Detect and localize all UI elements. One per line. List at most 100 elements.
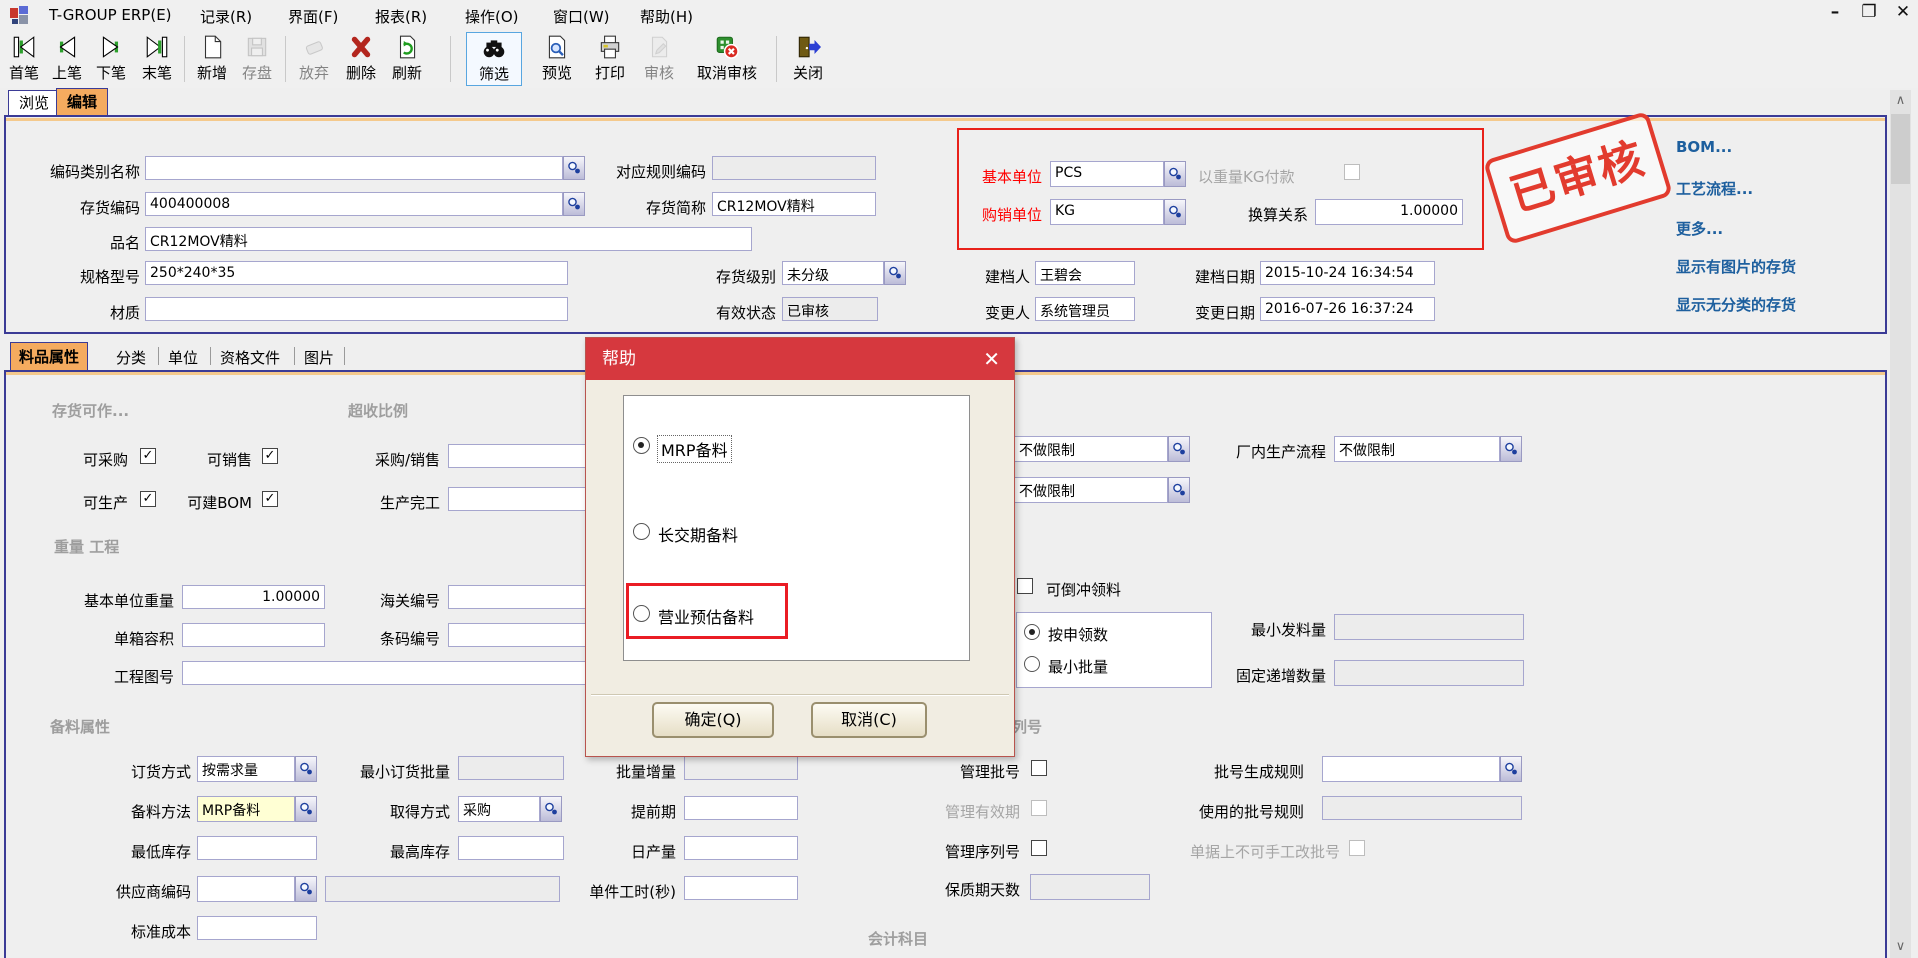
max-stock-field[interactable] bbox=[458, 836, 564, 860]
scroll-down-icon[interactable]: ∨ bbox=[1890, 936, 1911, 958]
toolbar-first-button[interactable]: 首笔 bbox=[2, 32, 46, 86]
link-show-items-with-images[interactable]: 显示有图片的存货 bbox=[1676, 256, 1796, 277]
issue-by-request-radio[interactable] bbox=[1024, 624, 1040, 640]
tab-images[interactable]: 图片 bbox=[302, 344, 336, 371]
conversion-field[interactable]: 1.00000 bbox=[1315, 199, 1463, 225]
supplier-code-field[interactable] bbox=[197, 876, 295, 902]
toolbar-last-button[interactable]: 末笔 bbox=[134, 32, 180, 86]
can-produce-checkbox[interactable] bbox=[140, 491, 156, 507]
over-ratio-purchase-sales-label: 采购/销售 bbox=[352, 449, 440, 470]
item-short-name-field[interactable]: CR12MOV精料 bbox=[712, 192, 876, 216]
spec-model-field[interactable]: 250*240*35 bbox=[145, 261, 568, 285]
window-minimize-icon[interactable]: – bbox=[1822, 2, 1848, 26]
manage-batch-checkbox[interactable] bbox=[1031, 760, 1047, 776]
acquire-mode-lookup-icon[interactable] bbox=[540, 796, 562, 822]
dialog-ok-button[interactable]: 确定(Q) bbox=[652, 702, 774, 738]
link-bom[interactable]: BOM... bbox=[1676, 138, 1732, 156]
dialog-option-mrp-label[interactable]: MRP备料 bbox=[658, 436, 731, 462]
dialog-close-icon[interactable]: ✕ bbox=[983, 346, 1000, 372]
std-cost-field[interactable] bbox=[197, 916, 317, 940]
menu-help[interactable]: 帮助(H) bbox=[640, 6, 693, 27]
issue-min-batch-radio[interactable] bbox=[1024, 656, 1040, 672]
restrict-field-2-lookup-icon[interactable] bbox=[1168, 477, 1190, 503]
menu-action[interactable]: 操作(O) bbox=[465, 6, 519, 27]
stock-level-field[interactable]: 未分级 bbox=[782, 261, 884, 285]
restrict-field-1-lookup-icon[interactable] bbox=[1168, 436, 1190, 462]
min-stock-field[interactable] bbox=[197, 836, 317, 860]
code-category-field[interactable] bbox=[145, 156, 563, 180]
order-mode-lookup-icon[interactable] bbox=[295, 756, 317, 782]
batch-rule-field[interactable] bbox=[1322, 756, 1500, 782]
material-field[interactable] bbox=[145, 297, 568, 321]
stock-level-lookup-icon[interactable] bbox=[884, 261, 906, 285]
prep-method-lookup-icon[interactable] bbox=[295, 796, 317, 822]
box-volume-field[interactable] bbox=[182, 623, 325, 647]
batch-increment-label: 批量增量 bbox=[606, 761, 676, 782]
code-category-lookup-icon[interactable] bbox=[563, 156, 585, 180]
menu-app[interactable]: T-GROUP ERP(E) bbox=[49, 6, 172, 24]
manage-serial-checkbox[interactable] bbox=[1031, 840, 1047, 856]
can-build-bom-checkbox[interactable] bbox=[262, 491, 278, 507]
dialog-option-mrp-radio[interactable] bbox=[633, 437, 650, 454]
restrict-field-1[interactable]: 不做限制 bbox=[1014, 436, 1168, 462]
toolbar-print-button[interactable]: 打印 bbox=[588, 32, 632, 86]
toolbar-new-button[interactable]: 新增 bbox=[190, 32, 234, 86]
toolbar-print-label: 打印 bbox=[588, 64, 632, 82]
product-name-field[interactable]: CR12MOV精料 bbox=[145, 227, 752, 251]
backflush-checkbox[interactable] bbox=[1017, 578, 1033, 594]
can-purchase-checkbox[interactable] bbox=[140, 448, 156, 464]
toolbar-cancel-approve-button[interactable]: 取消审核 bbox=[686, 32, 768, 86]
order-mode-field[interactable]: 按需求量 bbox=[197, 756, 295, 782]
toolbar-next-button[interactable]: 下笔 bbox=[90, 32, 132, 86]
factory-flow-lookup-icon[interactable] bbox=[1500, 436, 1522, 462]
link-process-flow[interactable]: 工艺流程... bbox=[1676, 178, 1753, 199]
dialog-option-long-lead-radio[interactable] bbox=[633, 523, 650, 540]
toolbar-close-button[interactable]: 关闭 bbox=[784, 32, 832, 86]
toolbar-preview-button[interactable]: 预览 bbox=[530, 32, 584, 86]
menu-record[interactable]: 记录(R) bbox=[200, 6, 252, 27]
scrollbar-thumb[interactable] bbox=[1891, 114, 1910, 184]
link-more[interactable]: 更多... bbox=[1676, 218, 1723, 239]
manage-validity-label: 管理有效期 bbox=[923, 801, 1020, 822]
item-code-field[interactable]: 400400008 bbox=[145, 192, 563, 216]
acquire-mode-field[interactable]: 采购 bbox=[458, 796, 540, 822]
tab-unit[interactable]: 单位 bbox=[166, 344, 200, 371]
tab-edit[interactable]: 编辑 bbox=[56, 88, 108, 116]
menu-window[interactable]: 窗口(W) bbox=[553, 6, 610, 27]
toolbar-prev-button[interactable]: 上笔 bbox=[46, 32, 88, 86]
daily-output-field[interactable] bbox=[684, 836, 798, 860]
menu-ui[interactable]: 界面(F) bbox=[288, 6, 338, 27]
factory-flow-field[interactable]: 不做限制 bbox=[1334, 436, 1500, 462]
can-sell-checkbox[interactable] bbox=[262, 448, 278, 464]
toolbar-refresh-button[interactable]: 刷新 bbox=[386, 32, 428, 86]
base-unit-field[interactable]: PCS bbox=[1050, 161, 1164, 187]
dialog-option-long-lead-label[interactable]: 长交期备料 bbox=[658, 522, 738, 546]
window-close-icon[interactable]: ✕ bbox=[1890, 2, 1916, 26]
trade-unit-lookup-icon[interactable] bbox=[1164, 199, 1186, 225]
menu-report[interactable]: 报表(R) bbox=[375, 6, 427, 27]
issue-min-batch-label: 最小批量 bbox=[1048, 656, 1148, 677]
scroll-up-icon[interactable]: ∧ bbox=[1890, 90, 1911, 112]
unit-work-seconds-field[interactable] bbox=[684, 876, 798, 900]
lead-time-field[interactable] bbox=[684, 796, 798, 820]
tab-material-props[interactable]: 料品属性 bbox=[10, 342, 88, 371]
toolbar-delete-button[interactable]: 删除 bbox=[340, 32, 382, 86]
restrict-field-2[interactable]: 不做限制 bbox=[1014, 477, 1168, 503]
link-show-uncategorized-items[interactable]: 显示无分类的存货 bbox=[1676, 294, 1796, 315]
trade-unit-field[interactable]: KG bbox=[1050, 199, 1164, 225]
toolbar-filter-button[interactable]: 筛选 bbox=[466, 32, 522, 86]
tab-category[interactable]: 分类 bbox=[114, 344, 148, 371]
dialog-cancel-button[interactable]: 取消(C) bbox=[811, 702, 927, 738]
tab-browse[interactable]: 浏览 bbox=[8, 90, 60, 116]
shelf-days-field bbox=[1030, 874, 1150, 900]
base-unit-lookup-icon[interactable] bbox=[1164, 161, 1186, 187]
prep-method-field[interactable]: MRP备料 bbox=[197, 796, 295, 822]
base-unit-weight-field[interactable]: 1.00000 bbox=[182, 585, 325, 609]
toolbar-close-label: 关闭 bbox=[784, 64, 832, 82]
batch-rule-lookup-icon[interactable] bbox=[1500, 756, 1522, 782]
vertical-scrollbar[interactable]: ∧ ∨ bbox=[1890, 90, 1911, 958]
tab-qualification-files[interactable]: 资格文件 bbox=[218, 344, 282, 371]
item-code-lookup-icon[interactable] bbox=[563, 192, 585, 216]
window-restore-icon[interactable]: ❐ bbox=[1856, 2, 1882, 26]
supplier-code-lookup-icon[interactable] bbox=[295, 876, 317, 902]
